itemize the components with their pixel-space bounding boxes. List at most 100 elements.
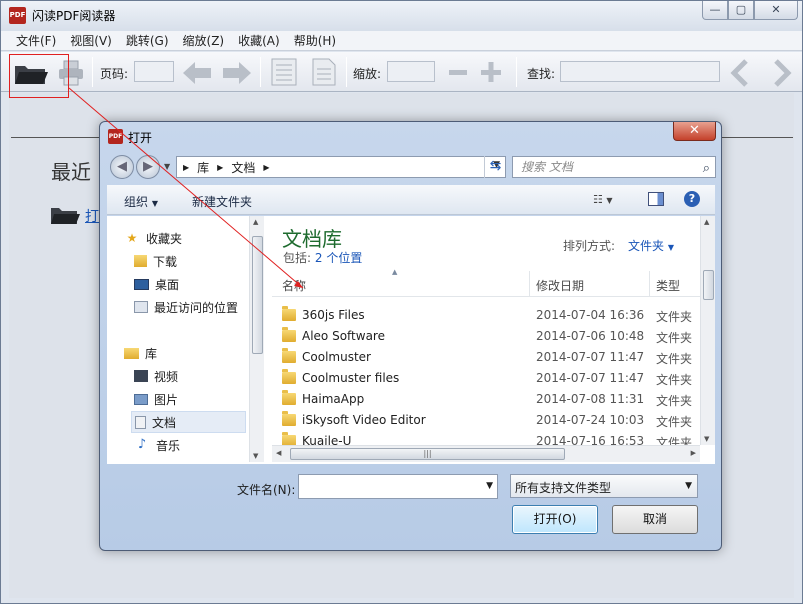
menu-goto[interactable]: 跳转(G) <box>119 32 176 49</box>
single-page-icon[interactable] <box>269 57 299 87</box>
horizontal-scroll-thumb[interactable]: ||| <box>290 448 565 460</box>
file-name: Aleo Software <box>302 329 385 343</box>
filetype-dropdown-icon: ▼ <box>685 481 692 491</box>
file-list-pane: 文档库 包括: 2 个位置 排列方式: 文件夹 ▼ ▲ 名称 修改日期 类型 3… <box>272 216 715 462</box>
recent-folder-icon <box>51 208 80 224</box>
scroll-left-icon[interactable]: ◀ <box>276 449 281 457</box>
documents-icon <box>135 415 146 429</box>
scroll-down-icon[interactable]: ▼ <box>253 452 258 460</box>
back-icon[interactable]: ◀ <box>110 155 134 179</box>
page-input[interactable] <box>134 61 174 82</box>
scroll-up-icon[interactable]: ▲ <box>253 218 258 226</box>
app-title: 闪读PDF阅读器 <box>32 9 116 23</box>
column-name[interactable]: 名称 <box>282 277 306 294</box>
filename-input[interactable]: ▼ <box>298 474 498 499</box>
nav-scroll-thumb[interactable] <box>252 236 263 354</box>
nav-scrollbar[interactable]: ▲ ▼ <box>249 216 264 462</box>
column-type[interactable]: 类型 <box>656 277 680 294</box>
scroll-down-icon[interactable]: ▼ <box>704 435 709 443</box>
breadcrumb-documents[interactable]: 文档 <box>231 159 255 176</box>
recent-files-title: 最近 <box>51 160 91 184</box>
toolbar-separator <box>346 57 347 87</box>
cancel-button[interactable]: 取消 <box>612 505 698 534</box>
forward-icon[interactable]: ▶ <box>136 155 160 179</box>
libraries-icon <box>124 347 139 359</box>
column-modified[interactable]: 修改日期 <box>536 277 584 294</box>
open-button[interactable]: 打开(O) <box>512 505 598 534</box>
file-row[interactable]: Kuaile-U 2014-07-16 16:53 文件夹 <box>272 431 700 445</box>
menu-file[interactable]: 文件(F) <box>9 32 63 49</box>
arrange-by-dropdown[interactable]: 文件夹 ▼ <box>628 237 674 254</box>
app-pdf-icon: PDF <box>9 7 26 24</box>
maximize-button[interactable]: ▢ <box>728 1 754 20</box>
refresh-icon[interactable]: ⇆ <box>484 156 506 178</box>
breadcrumb-arrow-icon: ▶ <box>183 162 190 172</box>
file-type: 文件夹 <box>656 310 693 324</box>
find-input[interactable] <box>560 61 720 82</box>
zoom-in-icon[interactable] <box>479 60 503 84</box>
file-date: 2014-07-24 10:03 <box>536 413 645 427</box>
file-type: 文件夹 <box>656 352 693 366</box>
view-options-icon[interactable]: ☷ ▼ <box>593 193 613 206</box>
breadcrumb-libraries[interactable]: 库 <box>197 159 209 176</box>
menu-view[interactable]: 视图(V) <box>63 32 119 49</box>
filetype-select[interactable]: 所有支持文件类型 ▼ <box>510 474 698 498</box>
filename-dropdown-icon[interactable]: ▼ <box>486 481 493 491</box>
file-row[interactable]: 360js Files 2014-07-04 16:36 文件夹 <box>272 305 700 326</box>
continuous-page-icon[interactable] <box>309 57 339 87</box>
includes-label: 包括: <box>283 251 312 265</box>
column-separator[interactable] <box>649 271 650 297</box>
menu-favorites[interactable]: 收藏(A) <box>231 32 287 49</box>
chevron-down-icon: ▼ <box>667 243 674 252</box>
file-row[interactable]: HaimaApp 2014-07-08 11:31 文件夹 <box>272 389 700 410</box>
organize-button[interactable]: 组织 ▼ <box>124 193 158 210</box>
nav-documents[interactable]: 文档 <box>131 411 246 433</box>
nav-libraries[interactable]: 库 <box>124 342 264 364</box>
file-list-vertical-scrollbar[interactable]: ▲ ▼ <box>700 216 715 445</box>
file-list-horizontal-scrollbar[interactable]: ◀ ||| ▶ <box>272 445 700 462</box>
previous-page-icon[interactable] <box>181 60 213 86</box>
file-list-scroll-thumb[interactable] <box>703 270 714 300</box>
scroll-up-icon[interactable]: ▲ <box>704 218 709 226</box>
column-separator[interactable] <box>529 271 530 297</box>
search-icon: ⌕ <box>702 161 710 176</box>
music-icon: ♪ <box>137 437 147 452</box>
file-date: 2014-07-08 11:31 <box>536 392 645 406</box>
file-name: HaimaApp <box>302 392 365 406</box>
dialog-close-button[interactable]: ✕ <box>673 122 716 141</box>
nav-label: 收藏夹 <box>146 231 183 246</box>
videos-icon <box>134 370 148 382</box>
next-page-icon[interactable] <box>221 60 253 86</box>
minimize-button[interactable]: — <box>702 1 728 20</box>
scroll-right-icon[interactable]: ▶ <box>691 449 696 457</box>
open-file-link[interactable]: 打 <box>85 206 99 226</box>
library-locations-link[interactable]: 2 个位置 <box>315 251 362 265</box>
window-controls: — ▢ ✕ <box>702 1 798 21</box>
file-row[interactable]: Aleo Software 2014-07-06 10:48 文件夹 <box>272 326 700 347</box>
address-bar[interactable]: ▶ 库 ▶ 文档 ▶ ▼ <box>176 156 506 178</box>
navigation-pane: ★ 收藏夹 下载 桌面 最近访问的位置 库 视频 图片 文档 ♪ 音乐 ▲ ▼ <box>107 216 264 462</box>
menu-help[interactable]: 帮助(H) <box>287 32 343 49</box>
search-input[interactable]: 搜索 文档 ⌕ <box>512 156 716 178</box>
file-type: 文件夹 <box>656 436 693 445</box>
downloads-folder-icon <box>134 255 147 267</box>
preview-pane-icon[interactable] <box>648 192 664 206</box>
close-button[interactable]: ✕ <box>754 1 798 20</box>
recent-pages-dropdown-icon[interactable]: ▼ <box>164 162 170 171</box>
nav-favorites[interactable]: ★ 收藏夹 <box>124 227 264 249</box>
filename-label: 文件名(N): <box>237 483 296 497</box>
file-row[interactable]: Coolmuster 2014-07-07 11:47 文件夹 <box>272 347 700 368</box>
zoom-out-icon[interactable] <box>447 62 469 82</box>
recent-places-icon <box>134 301 148 313</box>
new-folder-button[interactable]: 新建文件夹 <box>192 193 252 210</box>
breadcrumb-arrow-icon: ▶ <box>217 162 224 172</box>
column-header: ▲ 名称 修改日期 类型 <box>272 268 700 297</box>
file-row[interactable]: Coolmuster files 2014-07-07 11:47 文件夹 <box>272 368 700 389</box>
find-previous-icon[interactable] <box>730 59 750 87</box>
menu-zoom[interactable]: 缩放(Z) <box>176 32 232 49</box>
find-next-icon[interactable] <box>772 59 792 87</box>
help-icon[interactable]: ? <box>684 191 700 207</box>
zoom-input[interactable] <box>387 61 435 82</box>
file-row[interactable]: iSkysoft Video Editor 2014-07-24 10:03 文件夹 <box>272 410 700 431</box>
menu-bar: 文件(F) 视图(V) 跳转(G) 缩放(Z) 收藏(A) 帮助(H) <box>1 31 802 51</box>
